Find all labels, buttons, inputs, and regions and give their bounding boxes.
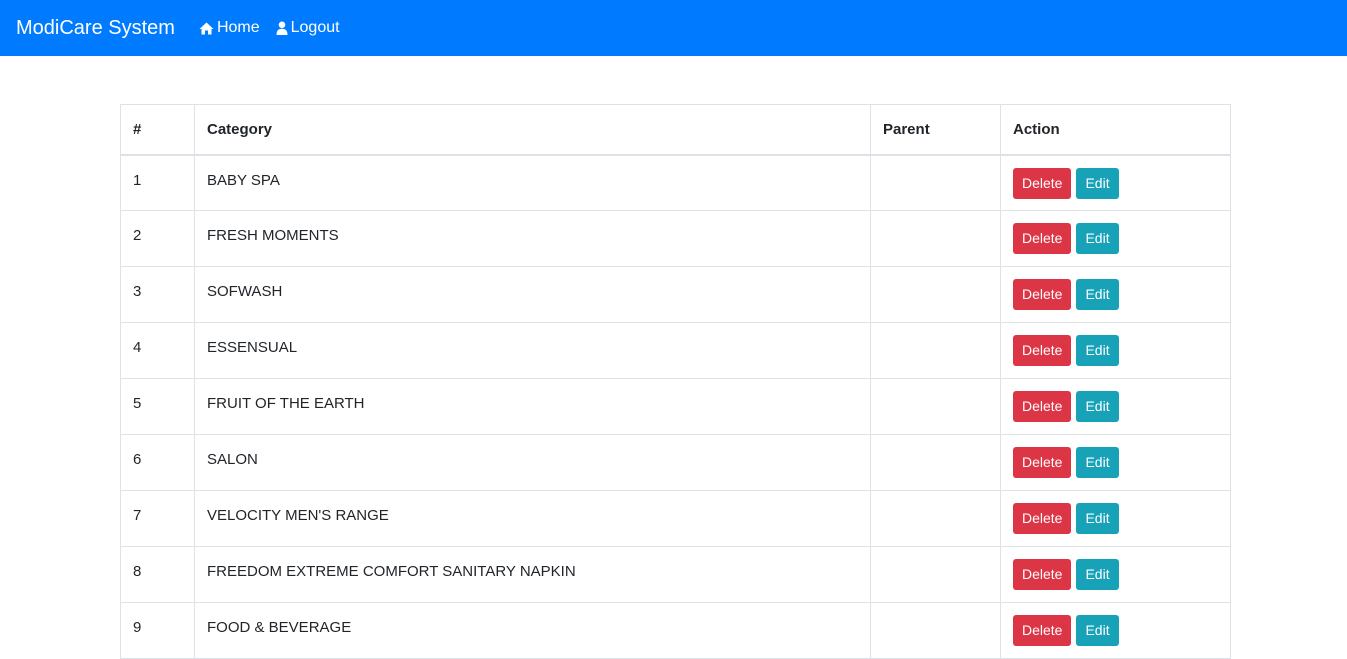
nav-home-label: Home <box>216 19 260 36</box>
row-category: FRESH MOMENTS <box>194 210 871 267</box>
nav-logout-link[interactable]: Logout <box>276 19 340 37</box>
edit-button[interactable]: Edit <box>1076 447 1119 478</box>
row-actions: Delete Edit <box>1000 322 1231 379</box>
row-category: ESSENSUAL <box>194 322 871 379</box>
table-row: 8 FREEDOM EXTREME COMFORT SANITARY NAPKIN… <box>120 546 1231 603</box>
row-parent <box>870 602 1001 659</box>
row-number: 6 <box>120 434 195 491</box>
row-category: FRUIT OF THE EARTH <box>194 378 871 435</box>
header-number: # <box>120 104 195 156</box>
row-parent <box>870 434 1001 491</box>
delete-button[interactable]: Delete <box>1013 391 1072 422</box>
row-number: 4 <box>120 322 195 379</box>
row-actions: Delete Edit <box>1000 602 1231 659</box>
row-category: FREEDOM EXTREME COMFORT SANITARY NAPKIN <box>194 546 871 603</box>
row-number: 1 <box>120 154 195 211</box>
edit-button[interactable]: Edit <box>1076 279 1119 310</box>
table-header-row: # Category Parent Action <box>120 104 1231 156</box>
table-row: 6 SALON Delete Edit <box>120 434 1231 491</box>
delete-button[interactable]: Delete <box>1013 447 1072 478</box>
row-category: VELOCITY MEN'S RANGE <box>194 490 871 547</box>
header-action: Action <box>1000 104 1231 156</box>
delete-button[interactable]: Delete <box>1013 615 1072 646</box>
table-row: 9 FOOD & BEVERAGE Delete Edit <box>120 602 1231 659</box>
edit-button[interactable]: Edit <box>1076 391 1119 422</box>
row-number: 2 <box>120 210 195 267</box>
home-icon <box>199 22 214 35</box>
table-row: 1 BABY SPA Delete Edit <box>120 154 1231 211</box>
header-category: Category <box>194 104 871 156</box>
edit-button[interactable]: Edit <box>1076 503 1119 534</box>
row-actions: Delete Edit <box>1000 154 1231 211</box>
row-number: 3 <box>120 266 195 323</box>
row-category: SALON <box>194 434 871 491</box>
row-category: BABY SPA <box>194 154 871 211</box>
table-body: 1 BABY SPA Delete Edit 2 FRESH MOMENTS Delete E… <box>120 154 1231 659</box>
top-navbar: ModiCare System Home Logout <box>0 0 1347 56</box>
delete-button[interactable]: Delete <box>1013 559 1072 590</box>
table-row: 4 ESSENSUAL Delete Edit <box>120 322 1231 379</box>
row-actions: Delete Edit <box>1000 210 1231 267</box>
edit-button[interactable]: Edit <box>1076 559 1119 590</box>
row-actions: Delete Edit <box>1000 490 1231 547</box>
row-actions: Delete Edit <box>1000 434 1231 491</box>
delete-button[interactable]: Delete <box>1013 503 1072 534</box>
row-parent <box>870 490 1001 547</box>
edit-button[interactable]: Edit <box>1076 167 1119 199</box>
row-actions: Delete Edit <box>1000 378 1231 435</box>
user-icon <box>276 21 288 35</box>
category-table: # Category Parent Action 1 BABY SPA Delete… <box>120 104 1231 659</box>
row-number: 9 <box>120 602 195 659</box>
nav-home-link[interactable]: Home <box>199 19 260 37</box>
row-number: 5 <box>120 378 195 435</box>
delete-button[interactable]: Delete <box>1013 167 1072 199</box>
brand-link[interactable]: ModiCare System <box>16 17 175 40</box>
row-actions: Delete Edit <box>1000 546 1231 603</box>
table-row: 5 FRUIT OF THE EARTH Delete Edit <box>120 378 1231 435</box>
row-parent <box>870 154 1001 211</box>
row-number: 7 <box>120 490 195 547</box>
row-parent <box>870 322 1001 379</box>
edit-button[interactable]: Edit <box>1076 223 1119 254</box>
row-actions: Delete Edit <box>1000 266 1231 323</box>
row-category: FOOD & BEVERAGE <box>194 602 871 659</box>
delete-button[interactable]: Delete <box>1013 279 1072 310</box>
nav-logout-label: Logout <box>290 19 340 36</box>
table-row: 2 FRESH MOMENTS Delete Edit <box>120 210 1231 267</box>
row-parent <box>870 546 1001 603</box>
row-parent <box>870 210 1001 267</box>
category-table-container: # Category Parent Action 1 BABY SPA Delete… <box>120 104 1231 659</box>
delete-button[interactable]: Delete <box>1013 335 1072 366</box>
row-parent <box>870 378 1001 435</box>
edit-button[interactable]: Edit <box>1076 335 1119 366</box>
edit-button[interactable]: Edit <box>1076 615 1119 646</box>
table-row: 3 SOFWASH Delete Edit <box>120 266 1231 323</box>
row-number: 8 <box>120 546 195 603</box>
table-row: 7 VELOCITY MEN'S RANGE Delete Edit <box>120 490 1231 547</box>
row-category: SOFWASH <box>194 266 871 323</box>
header-parent: Parent <box>870 104 1001 156</box>
delete-button[interactable]: Delete <box>1013 223 1072 254</box>
row-parent <box>870 266 1001 323</box>
